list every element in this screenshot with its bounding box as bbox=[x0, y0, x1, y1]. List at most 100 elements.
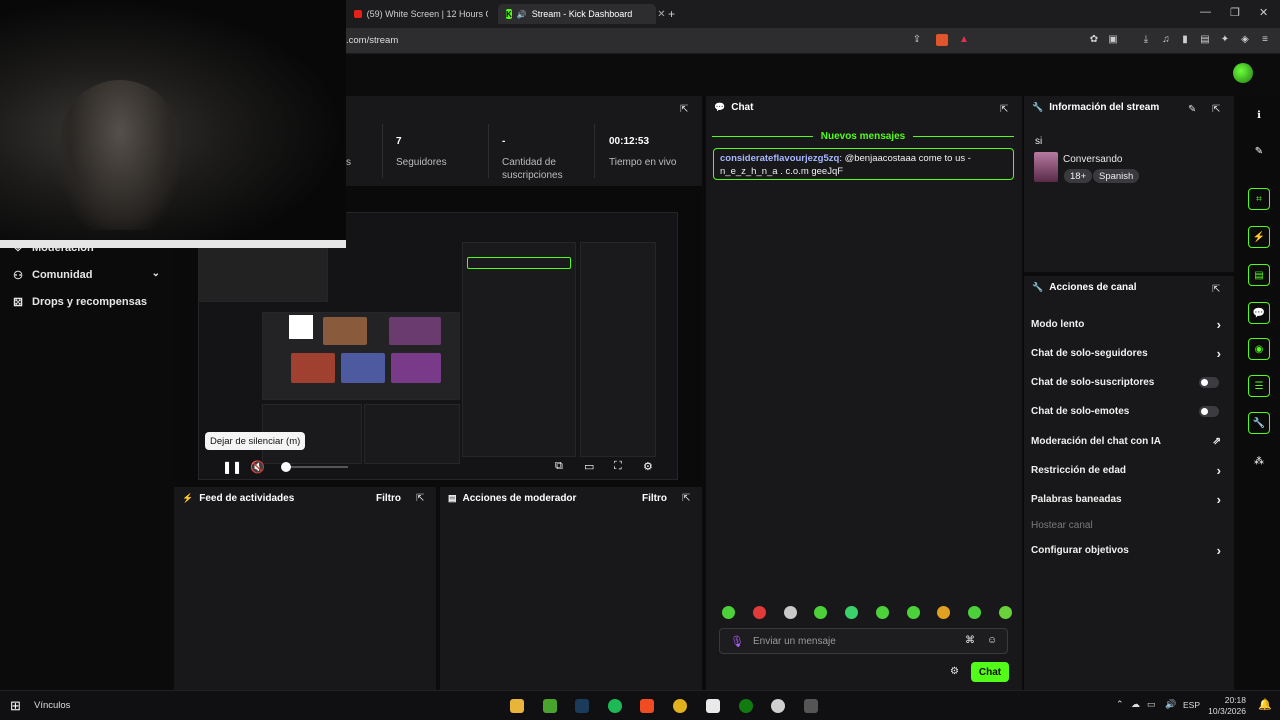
avatar[interactable] bbox=[1233, 63, 1253, 83]
brave-browser-icon[interactable] bbox=[640, 699, 654, 713]
chat-input[interactable]: 🎙 Enviar un mensaje ⌘ ☺ bbox=[719, 628, 1008, 654]
new-tab-button[interactable]: + bbox=[660, 4, 680, 24]
xbox-icon[interactable] bbox=[739, 699, 753, 713]
language-indicator[interactable]: ESP bbox=[1183, 700, 1200, 710]
expand-icon[interactable]: ⇱ bbox=[416, 493, 424, 504]
info-icon[interactable]: ℹ bbox=[1248, 104, 1270, 126]
download-icon[interactable]: ⤓ bbox=[1140, 34, 1152, 46]
vpn-icon[interactable]: ◈ bbox=[1239, 34, 1251, 46]
cloud-icon[interactable]: ☁ bbox=[1131, 699, 1140, 710]
action-banned-words[interactable]: Palabras baneadas › bbox=[1031, 492, 1227, 507]
ai-icon[interactable]: ✦ bbox=[1219, 34, 1231, 46]
action-followers-only[interactable]: Chat de solo-seguidores › bbox=[1031, 346, 1227, 361]
filter-button[interactable]: Filtro bbox=[642, 493, 667, 504]
brave-shield-icon[interactable] bbox=[936, 34, 948, 46]
menu-icon[interactable]: ≡ bbox=[1259, 34, 1271, 46]
tab-kick-dashboard[interactable]: K 🔊 Stream - Kick Dashboard ✕ bbox=[498, 4, 666, 24]
app-icon[interactable] bbox=[804, 699, 818, 713]
category-name[interactable]: Conversando bbox=[1063, 154, 1122, 165]
action-subscribers-only[interactable]: Chat de solo-suscriptores bbox=[1031, 377, 1227, 388]
expand-icon[interactable]: ⇱ bbox=[682, 493, 690, 504]
clock-time[interactable]: 20:18 bbox=[1210, 695, 1246, 705]
emoji-icon[interactable]: ☺ bbox=[987, 635, 997, 646]
minecraft-icon[interactable] bbox=[543, 699, 557, 713]
list-icon[interactable]: ☰ bbox=[1248, 375, 1270, 397]
chat-bubble-icon[interactable]: 💬 bbox=[1248, 302, 1270, 324]
fullscreen-icon[interactable]: ⛶ bbox=[614, 460, 622, 473]
broadcast-icon[interactable]: ◉ bbox=[1248, 338, 1270, 360]
volume-slider[interactable] bbox=[286, 466, 348, 468]
emotes-only-toggle[interactable] bbox=[1199, 406, 1219, 417]
store-icon[interactable] bbox=[706, 699, 720, 713]
emote[interactable] bbox=[968, 606, 982, 619]
wallet-icon[interactable]: ▤ bbox=[1199, 34, 1211, 46]
brave-rewards-icon[interactable]: ▲ bbox=[958, 34, 970, 46]
emote[interactable] bbox=[937, 606, 951, 619]
sidebar-item-drops[interactable]: ⚄ Drops y recompensas bbox=[12, 296, 147, 309]
clip-icon[interactable]: ⧉ bbox=[555, 460, 563, 473]
emote[interactable] bbox=[875, 606, 889, 619]
music-icon[interactable]: ♫ bbox=[1160, 34, 1172, 46]
emote[interactable] bbox=[783, 606, 797, 619]
obs-icon[interactable] bbox=[771, 699, 785, 713]
screenshot-icon[interactable]: ▣ bbox=[1107, 34, 1119, 46]
emote[interactable] bbox=[814, 606, 828, 619]
spotify-icon[interactable] bbox=[608, 699, 622, 713]
category-thumbnail[interactable] bbox=[1034, 152, 1058, 182]
minimize-icon[interactable]: — bbox=[1200, 6, 1211, 18]
document-icon[interactable]: ▤ bbox=[1248, 264, 1270, 286]
settings-icon[interactable]: ⚙ bbox=[643, 460, 653, 473]
subscribers-only-toggle[interactable] bbox=[1199, 377, 1219, 388]
action-ai-moderation[interactable]: Moderación del chat con IA ⇗ bbox=[1031, 436, 1227, 447]
volume-knob[interactable] bbox=[281, 462, 291, 472]
pause-icon[interactable]: ❚❚ bbox=[222, 460, 242, 474]
send-chat-button[interactable]: Chat bbox=[971, 662, 1009, 682]
file-explorer-icon[interactable] bbox=[510, 699, 524, 713]
network-icon[interactable]: ▭ bbox=[1147, 699, 1156, 710]
edit-icon[interactable]: ✎ bbox=[1188, 104, 1196, 115]
expand-icon[interactable]: ⇱ bbox=[680, 104, 688, 115]
windows-start-icon[interactable]: ⊞ bbox=[10, 698, 21, 714]
chrome-icon[interactable] bbox=[673, 699, 687, 713]
links-label[interactable]: Vínculos bbox=[34, 700, 70, 711]
filter-button[interactable]: Filtro bbox=[376, 493, 401, 504]
emote[interactable] bbox=[998, 606, 1012, 619]
capture-icon[interactable]: ⌗ bbox=[1248, 188, 1270, 210]
emote[interactable] bbox=[722, 606, 735, 619]
emote[interactable] bbox=[906, 606, 920, 619]
maximize-icon[interactable]: ❐ bbox=[1230, 6, 1240, 19]
action-age-restriction[interactable]: Restricción de edad › bbox=[1031, 463, 1227, 478]
muted-speaker-icon[interactable]: 🔇 bbox=[250, 460, 265, 474]
wrench-icon[interactable]: 🔧 bbox=[1248, 412, 1270, 434]
expand-icon[interactable]: ⇱ bbox=[1000, 104, 1008, 115]
extensions-icon[interactable]: ✿ bbox=[1088, 34, 1100, 46]
share-icon[interactable]: ⇪ bbox=[911, 34, 923, 46]
expand-icon[interactable]: ⇱ bbox=[1212, 284, 1220, 295]
lightning-icon[interactable]: ⚡ bbox=[1248, 226, 1270, 248]
steam-icon[interactable] bbox=[575, 699, 589, 713]
sidebar-item-comunidad[interactable]: ⚇ Comunidad ⌄ bbox=[12, 268, 160, 282]
add-widget-icon[interactable]: ⁂ bbox=[1248, 450, 1270, 472]
notifications-icon[interactable]: 🔔 bbox=[1258, 698, 1272, 711]
emote[interactable] bbox=[845, 606, 859, 619]
command-icon[interactable]: ⌘ bbox=[965, 635, 975, 646]
tab-youtube[interactable]: (59) White Screen | 12 Hours Of Pure bbox=[346, 4, 496, 24]
chat-message[interactable]: considerateflavourjezg5zq: @benjaacostaa… bbox=[713, 148, 1014, 180]
chat-username[interactable]: considerateflavourjezg5zq bbox=[720, 153, 839, 164]
new-messages-divider[interactable]: Nuevos mensajes bbox=[712, 130, 1014, 142]
action-emotes-only[interactable]: Chat de solo-emotes bbox=[1031, 406, 1227, 417]
action-configure-goals[interactable]: Configurar objetivos › bbox=[1031, 543, 1227, 558]
chat-settings-icon[interactable]: ⚙ bbox=[950, 666, 959, 677]
theater-icon[interactable]: ▭ bbox=[584, 460, 594, 473]
close-window-icon[interactable]: ✕ bbox=[1259, 6, 1268, 19]
volume-icon[interactable]: 🔊 bbox=[1165, 699, 1176, 710]
sidebar-icon[interactable]: ▮ bbox=[1179, 34, 1191, 46]
pencil-icon[interactable]: ✎ bbox=[1248, 140, 1270, 162]
emote[interactable] bbox=[752, 606, 766, 619]
expand-icon[interactable]: ⇱ bbox=[1212, 104, 1220, 115]
clock-date[interactable]: 10/3/2026 bbox=[1200, 706, 1246, 716]
url-field[interactable]: .com/stream bbox=[346, 35, 398, 46]
chevron-up-icon[interactable]: ⌃ bbox=[1116, 699, 1124, 710]
action-slow-mode[interactable]: Modo lento › bbox=[1031, 317, 1227, 332]
microphone-icon[interactable]: 🎙 bbox=[730, 635, 744, 648]
